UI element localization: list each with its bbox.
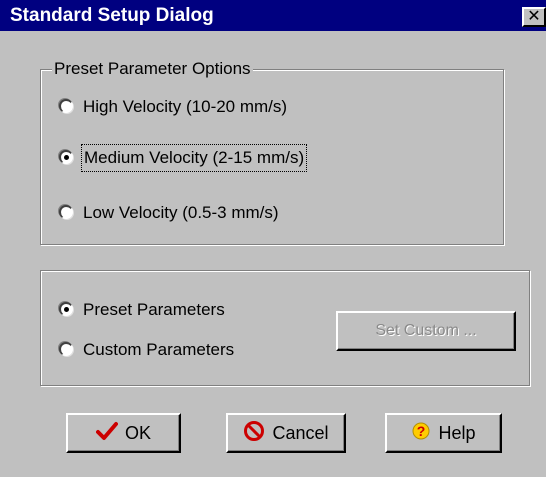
radio-label: High Velocity (10-20 mm/s) xyxy=(83,97,288,116)
question-icon: ? xyxy=(411,421,431,446)
radio-label: Preset Parameters xyxy=(83,300,225,319)
preset-options-legend: Preset Parameter Options xyxy=(52,58,253,80)
radio-button[interactable] xyxy=(59,150,73,164)
svg-text:?: ? xyxy=(417,423,426,439)
radio-label: Custom Parameters xyxy=(83,340,235,359)
radio-label: Low Velocity (0.5-3 mm/s) xyxy=(83,203,279,222)
no-entry-icon xyxy=(243,420,265,447)
radio-dot xyxy=(64,307,69,312)
help-button[interactable]: ? Help xyxy=(385,413,502,453)
ok-label: OK xyxy=(124,422,151,443)
set-custom-button[interactable]: Set Custom ... xyxy=(336,311,516,351)
radio-button[interactable] xyxy=(59,99,73,113)
help-label: Help xyxy=(438,422,476,443)
radio-label: Medium Velocity (2-15 mm/s) xyxy=(80,144,308,172)
window-title: Standard Setup Dialog xyxy=(10,5,214,26)
radio-button[interactable] xyxy=(59,342,73,356)
cancel-button[interactable]: Cancel xyxy=(226,413,346,453)
set-custom-label: Set Custom ... xyxy=(375,322,477,339)
radio-button[interactable] xyxy=(59,302,73,316)
radio-button[interactable] xyxy=(59,205,73,219)
checkmark-icon xyxy=(95,421,118,446)
ok-button[interactable]: OK xyxy=(66,413,181,453)
setup-dialog: Standard Setup Dialog ✕ Preset Parameter… xyxy=(0,0,546,477)
close-button[interactable]: ✕ xyxy=(522,7,546,27)
close-icon: ✕ xyxy=(527,8,541,25)
title-bar[interactable]: Standard Setup Dialog ✕ xyxy=(0,0,546,31)
cancel-label: Cancel xyxy=(272,422,329,443)
radio-dot xyxy=(64,155,69,160)
